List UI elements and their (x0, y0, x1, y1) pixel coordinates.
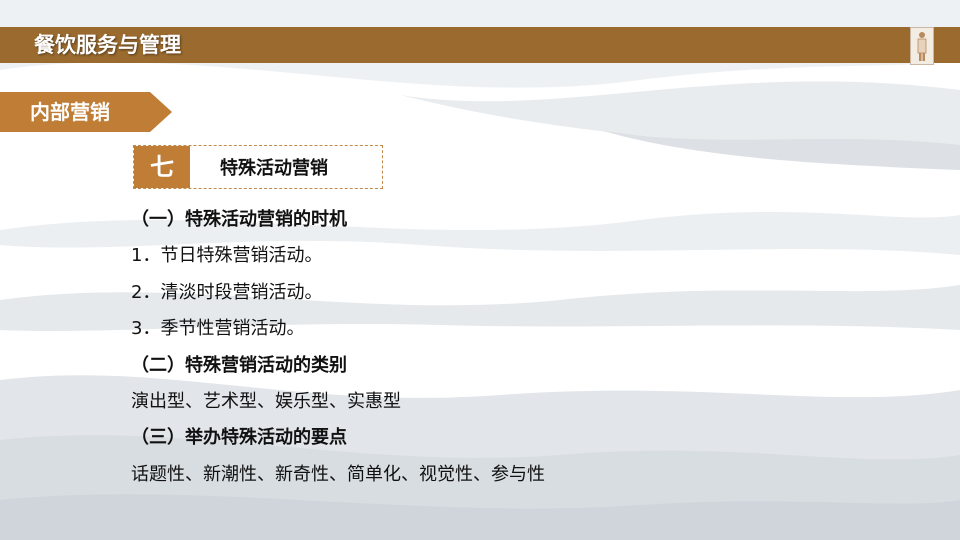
list-item: 演出型、艺术型、娱乐型、实惠型 (131, 390, 401, 412)
subsection-heading: （一）特殊活动营销的时机 (131, 209, 347, 230)
section-tag: 内部营销 (0, 92, 172, 132)
section-label: 内部营销 (30, 100, 110, 124)
list-item: 2．清淡时段营销活动。 (131, 281, 323, 303)
subsection-heading: （二）特殊营销活动的类别 (131, 354, 347, 376)
figure-illustration-icon (917, 32, 927, 61)
title-bar: 餐饮服务与管理 (0, 27, 960, 63)
subsection-heading: （三）举办特殊活动的要点 (131, 427, 347, 449)
subheading-number: 七 (134, 146, 190, 188)
list-item: 1．节日特殊营销活动。 (131, 245, 323, 267)
page-title: 餐饮服务与管理 (34, 33, 181, 57)
corner-figure-image (910, 27, 934, 65)
content-body: （一）特殊活动营销的时机 1．节日特殊营销活动。 2．清淡时段营销活动。 3．季… (131, 202, 545, 493)
subheading-box: 七 特殊活动营销 (133, 145, 383, 189)
subheading-title: 特殊活动营销 (220, 158, 328, 179)
list-item: 3．季节性营销活动。 (131, 318, 305, 340)
list-item: 话题性、新潮性、新奇性、简单化、视觉性、参与性 (131, 463, 545, 485)
